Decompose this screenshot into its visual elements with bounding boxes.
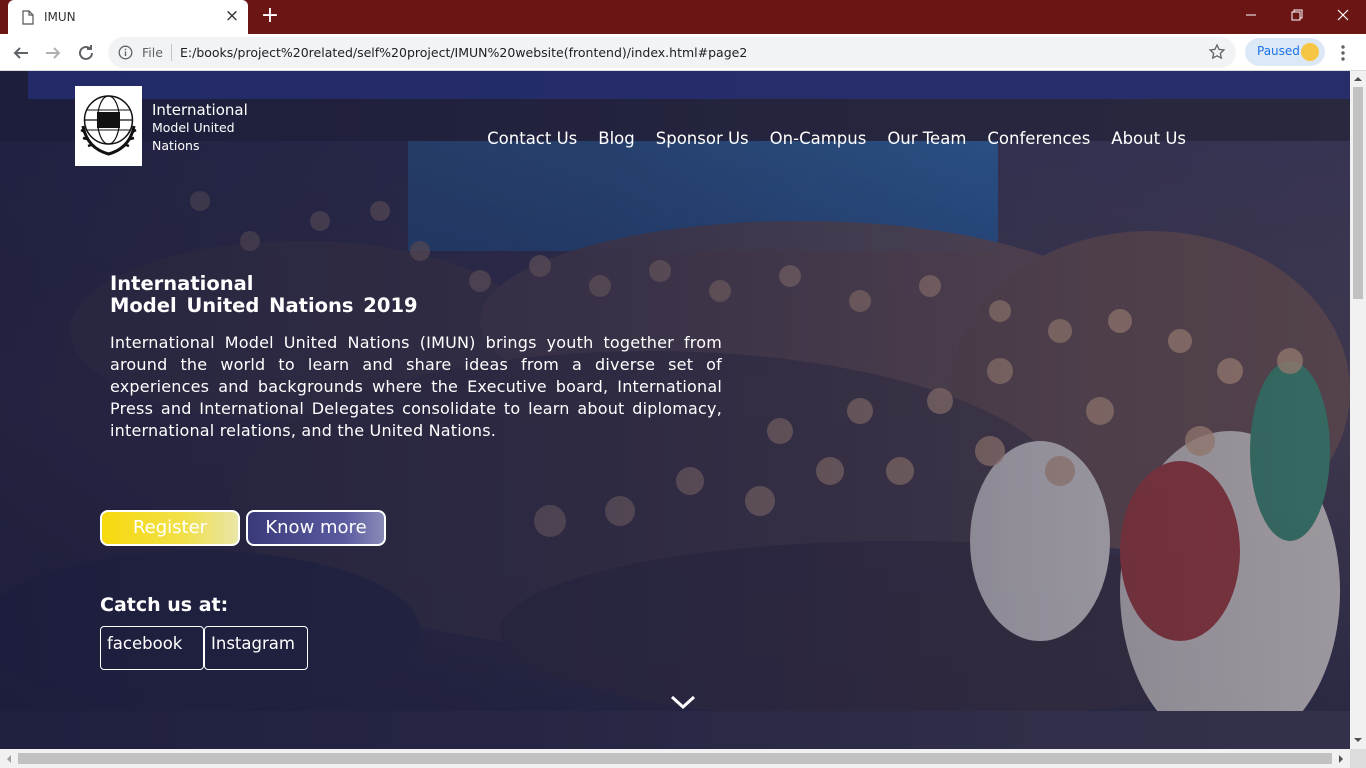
menu-dots-icon[interactable]: [1336, 42, 1350, 64]
profile-paused-button[interactable]: Paused: [1245, 38, 1325, 66]
vertical-scrollbar[interactable]: [1350, 71, 1366, 749]
register-button[interactable]: Register: [100, 510, 240, 546]
know-more-button[interactable]: Know more: [246, 510, 386, 546]
brand-line-2: Model United: [152, 120, 235, 135]
close-window-icon[interactable]: [1320, 0, 1366, 30]
brand-line-1: International: [152, 101, 248, 119]
browser-toolbar: File E:/books/project%20related/self%20p…: [0, 34, 1366, 71]
main-nav: Contact Us Blog Sponsor Us On-Campus Our…: [487, 129, 1186, 148]
paused-label: Paused: [1257, 44, 1300, 58]
omnibox-divider: [171, 44, 172, 61]
restore-icon[interactable]: [1274, 0, 1320, 30]
file-label: File: [142, 45, 163, 60]
minimize-icon[interactable]: [1228, 0, 1274, 30]
nav-on-campus[interactable]: On-Campus: [770, 129, 867, 148]
facebook-link[interactable]: facebook: [100, 626, 204, 670]
forward-arrow-icon[interactable]: [40, 40, 66, 66]
reload-icon[interactable]: [73, 40, 99, 66]
avatar-icon: [1301, 43, 1319, 61]
scrollbar-corner: [1350, 749, 1366, 768]
horizontal-scrollbar[interactable]: [0, 749, 1350, 768]
scroll-right-arrow-icon[interactable]: [1336, 754, 1346, 764]
hero-description: International Model United Nations (IMUN…: [110, 333, 722, 440]
browser-tab[interactable]: IMUN ×: [8, 0, 248, 34]
tab-close-icon[interactable]: ×: [223, 7, 241, 25]
chevron-down-icon[interactable]: [669, 693, 697, 711]
url-text[interactable]: E:/books/project%20related/self%20projec…: [180, 45, 747, 60]
page-viewport: International Model United Nations Conta…: [0, 71, 1350, 749]
hero-title-line-2: Model United Nations 2019: [110, 294, 418, 317]
nav-contact-us[interactable]: Contact Us: [487, 129, 577, 148]
nav-conferences[interactable]: Conferences: [987, 129, 1090, 148]
vertical-scroll-thumb[interactable]: [1353, 87, 1363, 299]
address-bar[interactable]: File E:/books/project%20related/self%20p…: [108, 37, 1236, 68]
nav-our-team[interactable]: Our Team: [887, 129, 966, 148]
globe-logo-icon: [80, 95, 137, 156]
new-tab-icon[interactable]: +: [258, 4, 282, 28]
scroll-up-arrow-icon[interactable]: [1353, 74, 1363, 84]
hero-title: International Model United Nations 2019: [110, 273, 418, 317]
brand-line-3: Nations: [152, 138, 200, 153]
instagram-link[interactable]: Instagram: [204, 626, 308, 670]
imun-logo[interactable]: [75, 86, 142, 166]
browser-titlebar: IMUN × +: [0, 0, 1366, 34]
hero-title-line-1: International: [110, 272, 254, 295]
tab-title: IMUN: [44, 10, 76, 24]
brand-name[interactable]: International Model United Nations: [152, 101, 248, 155]
scroll-left-arrow-icon[interactable]: [4, 754, 14, 764]
nav-about-us[interactable]: About Us: [1111, 129, 1186, 148]
horizontal-scroll-thumb[interactable]: [18, 753, 1332, 764]
social-heading: Catch us at:: [100, 594, 229, 616]
info-icon[interactable]: [118, 45, 133, 60]
scroll-down-arrow-icon[interactable]: [1353, 735, 1363, 745]
bookmark-star-icon[interactable]: [1208, 43, 1226, 61]
page-icon: [22, 10, 34, 25]
nav-sponsor-us[interactable]: Sponsor Us: [656, 129, 749, 148]
nav-blog[interactable]: Blog: [598, 129, 634, 148]
back-arrow-icon[interactable]: [8, 40, 34, 66]
header-strip: [28, 71, 1350, 99]
